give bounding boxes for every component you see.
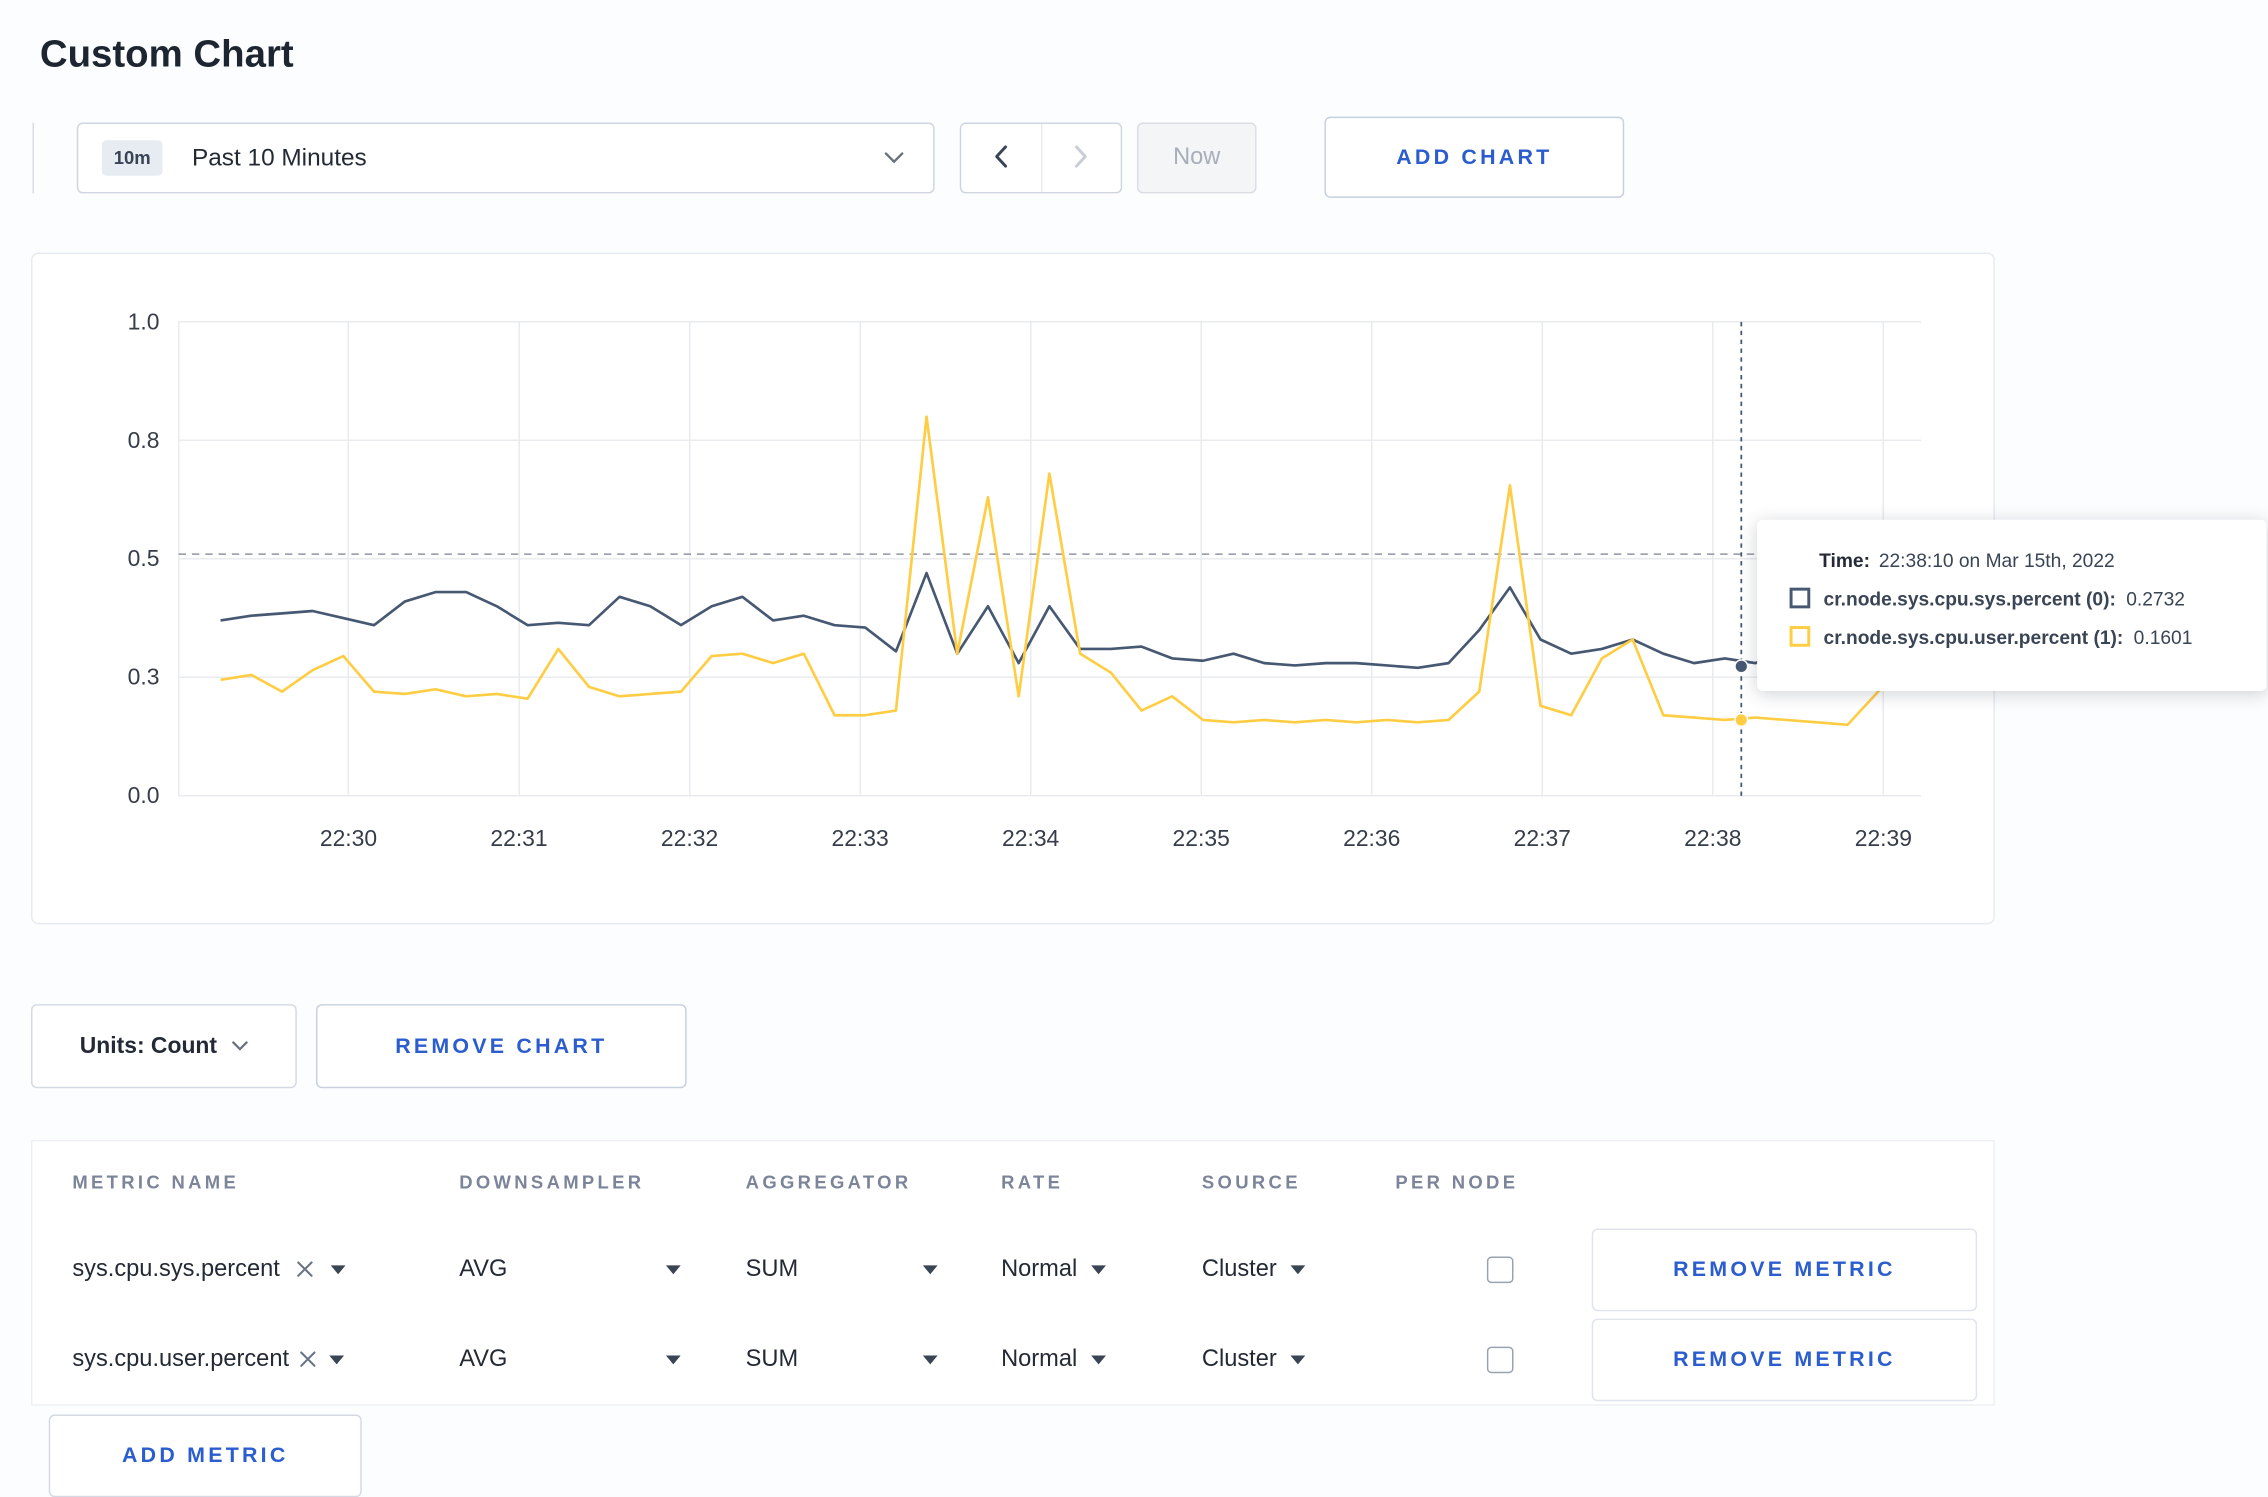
custom-chart-page: Custom Chart 10m Past 10 Minutes Now ADD…: [0, 0, 2268, 1497]
tooltip-time-label: Time:: [1819, 548, 1870, 571]
column-header-source: SOURCE: [1201, 1172, 1301, 1194]
dropdown-caret-icon: [1290, 1264, 1305, 1274]
per-node-checkbox[interactable]: [1486, 1255, 1514, 1283]
downsampler-select[interactable]: AVG: [459, 1255, 681, 1283]
svg-text:22:30: 22:30: [320, 825, 377, 851]
svg-text:0.5: 0.5: [128, 545, 160, 571]
metric-name-value: sys.cpu.sys.percent: [72, 1255, 280, 1281]
remove-metric-button[interactable]: REMOVE METRIC: [1591, 1227, 1978, 1311]
rate-select[interactable]: Normal: [1001, 1256, 1202, 1283]
svg-text:22:36: 22:36: [1343, 825, 1400, 851]
tooltip-series-row: cr.node.sys.cpu.user.percent (1): 0.1601: [1789, 617, 2243, 655]
series-label: cr.node.sys.cpu.user.percent (1):: [1823, 625, 2124, 648]
time-range-label: Past 10 Minutes: [191, 143, 367, 171]
clear-metric-icon[interactable]: [299, 1351, 316, 1367]
prev-time-button[interactable]: [961, 124, 1040, 192]
time-pager: [959, 122, 1123, 194]
metric-name-select[interactable]: sys.cpu.user.percent: [72, 1346, 459, 1373]
column-header-rate: RATE: [1001, 1172, 1064, 1194]
downsampler-value: AVG: [459, 1345, 508, 1371]
metrics-table-header: METRIC NAME DOWNSAMPLER AGGREGATOR RATE …: [32, 1141, 1993, 1224]
aggregator-value: SUM: [745, 1345, 799, 1371]
column-header-metric-name: METRIC NAME: [72, 1172, 240, 1194]
chevron-down-icon: [232, 1041, 248, 1051]
svg-text:22:38: 22:38: [1684, 825, 1741, 851]
svg-text:0.3: 0.3: [128, 664, 160, 690]
metrics-table: METRIC NAME DOWNSAMPLER AGGREGATOR RATE …: [31, 1139, 1995, 1406]
svg-text:22:32: 22:32: [661, 825, 718, 851]
svg-text:22:31: 22:31: [490, 825, 547, 851]
units-label: Units: Count: [79, 1032, 218, 1058]
rate-value: Normal: [1001, 1255, 1078, 1281]
units-select-button[interactable]: Units: Count: [31, 1004, 297, 1089]
chevron-down-icon: [884, 152, 904, 164]
aggregator-select[interactable]: SUM: [746, 1256, 938, 1283]
now-button[interactable]: Now: [1136, 122, 1257, 194]
downsampler-value: AVG: [459, 1255, 508, 1281]
page-title: Custom Chart: [39, 31, 294, 76]
dropdown-caret-icon: [1090, 1354, 1106, 1364]
column-header-downsampler: DOWNSAMPLER: [459, 1172, 645, 1194]
chart-tooltip: Time: 22:38:10 on Mar 15th, 2022 cr.node…: [1757, 519, 2267, 692]
series-value: 0.2732: [2126, 586, 2185, 610]
add-chart-button[interactable]: ADD CHART: [1324, 116, 1625, 198]
remove-chart-button[interactable]: REMOVE CHART: [315, 1004, 687, 1089]
time-range-badge: 10m: [101, 140, 163, 176]
svg-text:22:33: 22:33: [831, 825, 888, 851]
metric-name-select[interactable]: sys.cpu.sys.percent: [72, 1256, 459, 1283]
remove-metric-button[interactable]: REMOVE METRIC: [1591, 1317, 1978, 1401]
clear-metric-icon[interactable]: [296, 1261, 312, 1277]
svg-text:0.0: 0.0: [128, 782, 160, 808]
dropdown-caret-icon: [665, 1354, 681, 1364]
per-node-checkbox[interactable]: [1486, 1345, 1514, 1373]
source-value: Cluster: [1201, 1255, 1277, 1281]
chevron-left-icon: [993, 144, 1008, 172]
rate-select[interactable]: Normal: [1001, 1346, 1202, 1373]
dropdown-caret-icon: [328, 1354, 344, 1364]
column-header-aggregator: AGGREGATOR: [745, 1172, 912, 1194]
add-metric-button[interactable]: ADD METRIC: [48, 1414, 362, 1497]
next-time-button[interactable]: [1042, 124, 1121, 192]
aggregator-value: SUM: [745, 1255, 799, 1281]
svg-text:1.0: 1.0: [128, 308, 160, 334]
tooltip-series-row: cr.node.sys.cpu.sys.percent (0): 0.2732: [1789, 579, 2243, 617]
svg-text:0.8: 0.8: [128, 427, 160, 453]
toolbar-divider: [32, 122, 34, 194]
tooltip-time-value: 22:38:10 on Mar 15th, 2022: [1878, 548, 2115, 571]
rate-value: Normal: [1001, 1345, 1078, 1371]
source-select[interactable]: Cluster: [1202, 1256, 1395, 1283]
dropdown-caret-icon: [922, 1354, 938, 1364]
cpu-line-chart[interactable]: 0.0 0.3 0.5 0.8 1.0 22:30 22:31 22:32 22:33 22:34…: [32, 254, 1993, 923]
dropdown-caret-icon: [1290, 1354, 1305, 1364]
source-select[interactable]: Cluster: [1202, 1346, 1395, 1373]
time-range-select[interactable]: 10m Past 10 Minutes: [76, 122, 935, 194]
source-value: Cluster: [1201, 1345, 1277, 1371]
chevron-right-icon: [1074, 144, 1089, 172]
aggregator-select[interactable]: SUM: [746, 1346, 938, 1373]
dropdown-caret-icon: [1090, 1264, 1106, 1274]
svg-text:22:34: 22:34: [1002, 825, 1060, 851]
series-value: 0.1601: [2133, 625, 2193, 648]
series-label: cr.node.sys.cpu.sys.percent (0):: [1823, 586, 2116, 610]
metric-name-value: sys.cpu.user.percent: [72, 1345, 290, 1371]
svg-text:22:39: 22:39: [1855, 825, 1912, 851]
dropdown-caret-icon: [330, 1264, 345, 1274]
dropdown-caret-icon: [665, 1264, 681, 1274]
series-swatch-sys: [1789, 587, 1811, 609]
table-row: sys.cpu.sys.percent AVG SUM Normal Clust…: [32, 1224, 1993, 1314]
table-row: sys.cpu.user.percent AVG SUM Normal Clus…: [32, 1314, 1993, 1404]
svg-text:22:35: 22:35: [1173, 825, 1230, 851]
downsampler-select[interactable]: AVG: [459, 1345, 681, 1373]
column-header-per-node: PER NODE: [1395, 1172, 1519, 1194]
chart-card: 0.0 0.3 0.5 0.8 1.0 22:30 22:31 22:32 22:33 22:34…: [31, 252, 1995, 925]
dropdown-caret-icon: [922, 1264, 938, 1274]
svg-text:22:37: 22:37: [1514, 825, 1571, 851]
series-swatch-user: [1789, 626, 1811, 647]
